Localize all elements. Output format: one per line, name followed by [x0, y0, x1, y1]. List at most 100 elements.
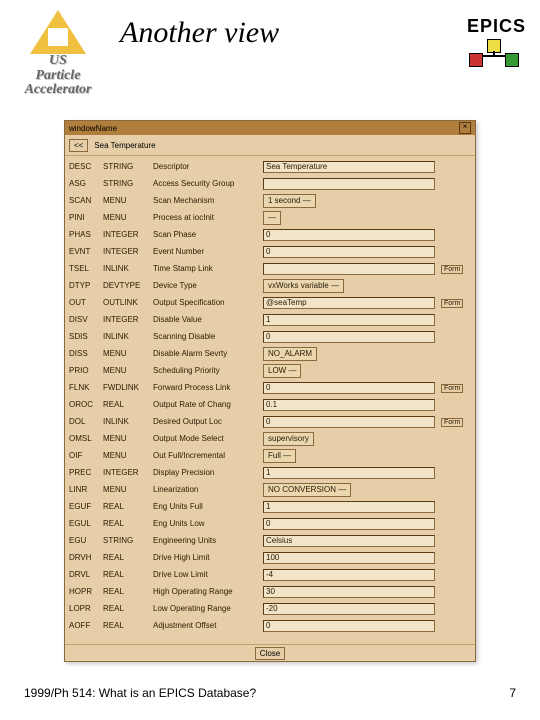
- field-row: EGUFREALEng Units Full1: [65, 498, 475, 515]
- field-type: INTEGER: [103, 247, 151, 256]
- field-desc: Scanning Disable: [153, 332, 261, 341]
- close-icon[interactable]: ×: [459, 122, 471, 134]
- field-desc: Out Full/Incremental: [153, 451, 261, 460]
- field-desc: Eng Units Low: [153, 519, 261, 528]
- record-name: Sea Temperature: [94, 141, 155, 150]
- field-desc: Linearization: [153, 485, 261, 494]
- field-input[interactable]: -4: [263, 569, 435, 581]
- field-name: OUT: [69, 298, 101, 307]
- field-name: DOL: [69, 417, 101, 426]
- field-input[interactable]: 100: [263, 552, 435, 564]
- footer-left: 1999/Ph 514: What is an EPICS Database?: [24, 686, 256, 700]
- field-name: EGUL: [69, 519, 101, 528]
- field-input[interactable]: 0: [263, 518, 435, 530]
- field-type: INTEGER: [103, 315, 151, 324]
- field-desc: Access Security Group: [153, 179, 261, 188]
- field-input[interactable]: 0.1: [263, 399, 435, 411]
- field-input[interactable]: 0: [263, 246, 435, 258]
- field-name: ASG: [69, 179, 101, 188]
- logo-text: US Particle Accelerator: [8, 54, 108, 98]
- field-name: EGU: [69, 536, 101, 545]
- field-row: EGULREALEng Units Low0: [65, 515, 475, 532]
- field-desc: Disable Alarm Sevrty: [153, 349, 261, 358]
- field-name: LINR: [69, 485, 101, 494]
- field-input[interactable]: 0: [263, 229, 435, 241]
- field-desc: Output Mode Select: [153, 434, 261, 443]
- field-name: HOPR: [69, 587, 101, 596]
- field-input[interactable]: @seaTemp: [263, 297, 435, 309]
- form-button[interactable]: Form: [441, 418, 463, 427]
- field-type: STRING: [103, 536, 151, 545]
- field-input[interactable]: 1: [263, 501, 435, 513]
- field-menu[interactable]: vxWorks variable —: [263, 279, 344, 293]
- field-row: EVNTINTEGEREvent Number0: [65, 243, 475, 260]
- field-row: DISVINTEGERDisable Value1: [65, 311, 475, 328]
- form-button[interactable]: Form: [441, 265, 463, 274]
- field-name: LOPR: [69, 604, 101, 613]
- field-input[interactable]: 1: [263, 314, 435, 326]
- field-name: TSEL: [69, 264, 101, 273]
- dct-window: windowName × << Sea Temperature DESCSTRI…: [64, 120, 476, 662]
- field-type: REAL: [103, 604, 151, 613]
- field-input[interactable]: Celsius: [263, 535, 435, 547]
- field-row: DOLINLINKDesired Output Loc0Form: [65, 413, 475, 430]
- field-type: REAL: [103, 570, 151, 579]
- field-name: DRVH: [69, 553, 101, 562]
- field-name: PHAS: [69, 230, 101, 239]
- field-desc: Drive Low Limit: [153, 570, 261, 579]
- field-desc: Desired Output Loc: [153, 417, 261, 426]
- field-row: DRVLREALDrive Low Limit-4: [65, 566, 475, 583]
- field-row: SCANMENUScan Mechanism1 second —: [65, 192, 475, 209]
- field-input[interactable]: [263, 263, 435, 275]
- field-type: MENU: [103, 434, 151, 443]
- field-desc: High Operating Range: [153, 587, 261, 596]
- back-button[interactable]: <<: [69, 139, 88, 152]
- field-menu[interactable]: supervisory: [263, 432, 314, 446]
- field-name: DESC: [69, 162, 101, 171]
- field-row: OUTOUTLINKOutput Specification@seaTempFo…: [65, 294, 475, 311]
- field-row: PRIOMENUScheduling PriorityLOW —: [65, 362, 475, 379]
- field-desc: Scheduling Priority: [153, 366, 261, 375]
- field-type: FWDLINK: [103, 383, 151, 392]
- epics-logo: EPICS: [467, 16, 526, 67]
- field-input[interactable]: 30: [263, 586, 435, 598]
- field-type: STRING: [103, 179, 151, 188]
- field-desc: Scan Phase: [153, 230, 261, 239]
- field-type: STRING: [103, 162, 151, 171]
- field-menu[interactable]: 1 second —: [263, 194, 316, 208]
- field-menu[interactable]: LOW —: [263, 364, 301, 378]
- field-type: MENU: [103, 213, 151, 222]
- field-menu[interactable]: Full —: [263, 449, 296, 463]
- field-menu[interactable]: —: [263, 211, 281, 225]
- field-menu[interactable]: NO CONVERSION —: [263, 483, 351, 497]
- field-menu[interactable]: NO_ALARM: [263, 347, 317, 361]
- field-row: EGUSTRINGEngineering UnitsCelsius: [65, 532, 475, 549]
- field-input[interactable]: [263, 178, 435, 190]
- field-input[interactable]: -20: [263, 603, 435, 615]
- form-button[interactable]: Form: [441, 299, 463, 308]
- field-input[interactable]: 0: [263, 382, 435, 394]
- field-name: PREC: [69, 468, 101, 477]
- field-input[interactable]: 0: [263, 620, 435, 632]
- field-row: HOPRREALHigh Operating Range30: [65, 583, 475, 600]
- field-input[interactable]: 1: [263, 467, 435, 479]
- field-row: DESCSTRINGDescriptorSea Temperature: [65, 158, 475, 175]
- field-row: LOPRREALLow Operating Range-20: [65, 600, 475, 617]
- field-name: DTYP: [69, 281, 101, 290]
- field-row: DISSMENUDisable Alarm SevrtyNO_ALARM: [65, 345, 475, 362]
- field-row: AOFFREALAdjustment Offset0: [65, 617, 475, 634]
- field-name: EGUF: [69, 502, 101, 511]
- close-button[interactable]: Close: [255, 647, 285, 660]
- field-desc: Time Stamp Link: [153, 264, 261, 273]
- field-type: REAL: [103, 519, 151, 528]
- field-name: DISS: [69, 349, 101, 358]
- field-name: PINI: [69, 213, 101, 222]
- field-input[interactable]: 0: [263, 331, 435, 343]
- field-row: LINRMENULinearizationNO CONVERSION —: [65, 481, 475, 498]
- field-row: OMSLMENUOutput Mode Selectsupervisory: [65, 430, 475, 447]
- form-button[interactable]: Form: [441, 384, 463, 393]
- field-name: SCAN: [69, 196, 101, 205]
- field-input[interactable]: 0: [263, 416, 435, 428]
- field-input[interactable]: Sea Temperature: [263, 161, 435, 173]
- field-name: PRIO: [69, 366, 101, 375]
